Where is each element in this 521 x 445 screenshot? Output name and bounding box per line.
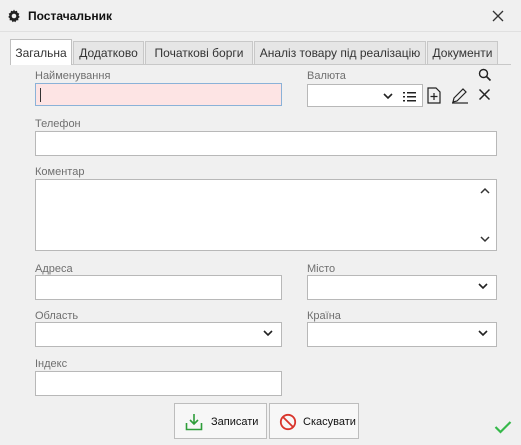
currency-label: Валюта — [307, 70, 346, 82]
region-label: Область — [35, 310, 79, 322]
close-icon[interactable] — [488, 6, 508, 26]
gear-icon — [8, 9, 20, 23]
city-label: Місто — [307, 263, 336, 275]
window-titlebar: Постачальник — [0, 0, 521, 32]
list-icon[interactable] — [403, 91, 416, 102]
scroll-up-icon[interactable] — [480, 187, 490, 194]
chevron-down-icon — [383, 93, 393, 100]
checkmark-icon[interactable] — [494, 420, 512, 434]
new-document-icon[interactable] — [427, 87, 441, 104]
comment-textarea[interactable] — [35, 179, 497, 251]
country-label: Країна — [307, 310, 341, 322]
chevron-down-icon — [478, 330, 488, 337]
name-label: Найменування — [35, 70, 111, 82]
region-select[interactable] — [35, 322, 282, 347]
save-button[interactable]: Записати — [174, 403, 267, 439]
edit-pencil-icon[interactable] — [451, 87, 469, 104]
address-label: Адреса — [35, 263, 73, 275]
window-title: Постачальник — [28, 9, 112, 23]
scroll-down-icon[interactable] — [480, 236, 490, 243]
clear-icon[interactable] — [478, 88, 491, 101]
index-label: Індекс — [35, 358, 68, 370]
currency-select[interactable] — [307, 84, 423, 107]
search-icon[interactable] — [478, 68, 492, 82]
phone-input[interactable] — [35, 131, 497, 156]
cancel-button[interactable]: Скасувати — [269, 403, 359, 439]
city-select[interactable] — [307, 275, 497, 300]
tab-general[interactable]: Загальна — [10, 39, 72, 65]
country-select[interactable] — [307, 322, 497, 347]
address-input[interactable] — [35, 275, 282, 300]
chevron-down-icon — [263, 330, 273, 337]
cancel-button-label: Скасувати — [303, 416, 356, 428]
download-save-icon — [185, 414, 203, 431]
tab-additional[interactable]: Додатково — [73, 41, 144, 65]
tab-goods-analysis[interactable]: Аналіз товару під реалізацію — [254, 41, 426, 65]
text-caret — [40, 88, 41, 102]
tab-initial-debts[interactable]: Початкові борги — [145, 41, 253, 65]
save-button-label: Записати — [211, 416, 259, 428]
cancel-icon — [279, 413, 297, 431]
tab-documents[interactable]: Документи — [427, 41, 498, 65]
name-input[interactable] — [35, 83, 282, 106]
comment-label: Коментар — [35, 166, 85, 178]
phone-label: Телефон — [35, 118, 81, 130]
chevron-down-icon — [478, 283, 488, 290]
index-input[interactable] — [35, 371, 282, 396]
